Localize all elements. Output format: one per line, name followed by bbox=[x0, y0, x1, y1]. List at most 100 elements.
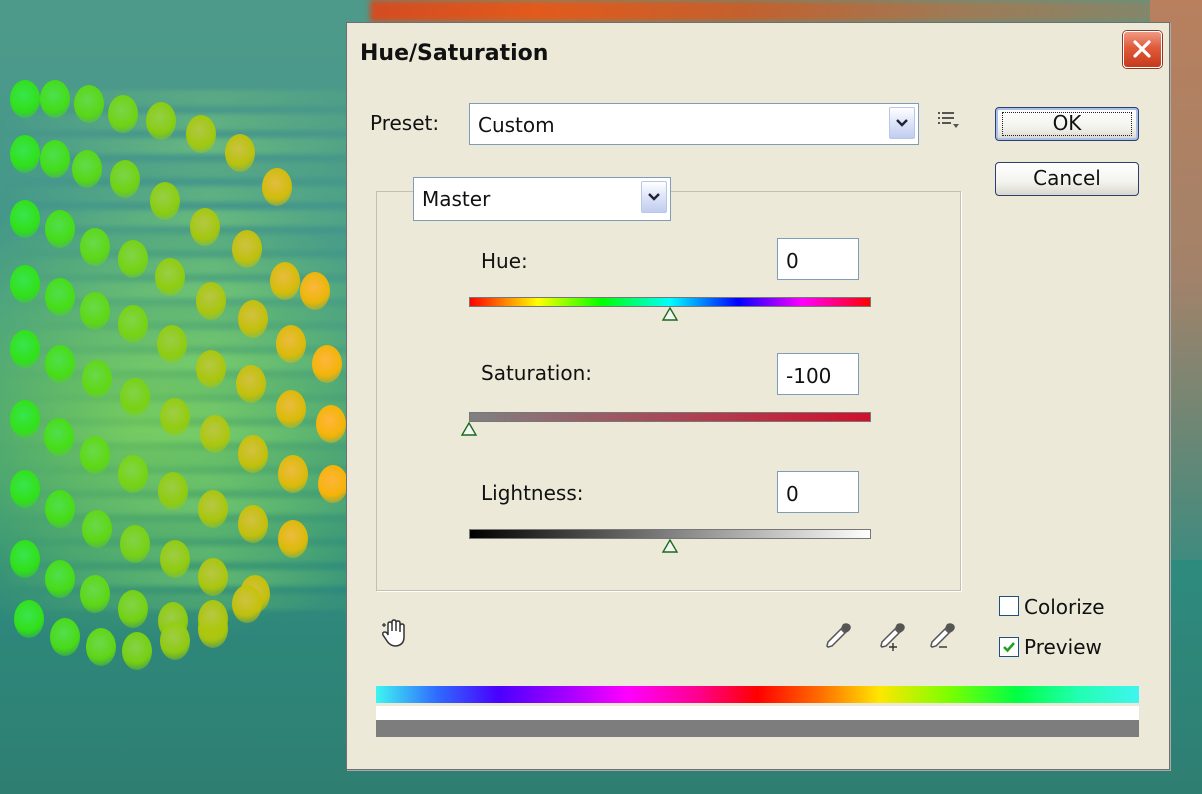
dropdown-arrow-icon bbox=[648, 193, 660, 201]
hue-slider-track[interactable] bbox=[469, 297, 871, 307]
dropdown-arrow-icon bbox=[896, 119, 908, 127]
colorize-checkbox[interactable] bbox=[999, 596, 1019, 616]
background-dot bbox=[10, 470, 40, 508]
lightness-slider-track[interactable] bbox=[469, 529, 871, 539]
background-dot bbox=[270, 262, 300, 300]
background-dot bbox=[45, 560, 75, 598]
background-dot bbox=[118, 305, 148, 343]
background-dot bbox=[45, 490, 75, 528]
background-dot bbox=[150, 182, 180, 220]
cancel-button[interactable]: Cancel bbox=[995, 162, 1139, 196]
preset-dropdown-button[interactable] bbox=[889, 107, 915, 139]
background-dot bbox=[118, 590, 148, 628]
background-dot bbox=[160, 398, 190, 436]
dialog-title: Hue/Saturation bbox=[360, 41, 549, 66]
hue-input[interactable]: 0 bbox=[777, 238, 859, 280]
background-dot bbox=[80, 292, 110, 330]
background-dot bbox=[82, 510, 112, 548]
channel-value: Master bbox=[422, 187, 491, 211]
background-dot bbox=[236, 365, 266, 403]
background-dot bbox=[45, 210, 75, 248]
saturation-slider-track[interactable] bbox=[469, 412, 871, 422]
background-dot bbox=[44, 418, 74, 456]
background-dot bbox=[278, 520, 308, 558]
close-button[interactable] bbox=[1123, 31, 1162, 68]
checkmark-icon bbox=[1003, 642, 1015, 653]
bar-gap bbox=[376, 706, 1139, 720]
colorize-label: Colorize bbox=[1024, 595, 1105, 619]
background-dot bbox=[276, 390, 306, 428]
hue-label: Hue: bbox=[481, 249, 528, 273]
preset-options-icon[interactable] bbox=[937, 110, 961, 134]
background-dot bbox=[318, 465, 348, 503]
background-dot bbox=[80, 228, 110, 266]
eyedropper-plus-icon[interactable] bbox=[877, 621, 909, 657]
background-dot bbox=[118, 455, 148, 493]
background-dot bbox=[225, 134, 255, 172]
background-dot bbox=[276, 325, 306, 363]
background-dot bbox=[186, 115, 216, 153]
background-dot bbox=[80, 436, 110, 474]
background-dot bbox=[122, 632, 152, 670]
background-dot bbox=[262, 168, 292, 206]
eyedropper-icon[interactable] bbox=[823, 621, 853, 655]
preset-label: Preset: bbox=[370, 111, 440, 135]
background-dot bbox=[232, 230, 262, 268]
channel-select[interactable]: Master bbox=[413, 177, 671, 221]
ok-button[interactable]: OK bbox=[995, 107, 1139, 141]
background-dot bbox=[72, 150, 102, 188]
background-dot bbox=[232, 585, 262, 623]
saturation-slider-thumb[interactable] bbox=[460, 422, 478, 438]
background-dot bbox=[50, 618, 80, 656]
background-dot bbox=[10, 265, 40, 303]
background-dot bbox=[198, 558, 228, 596]
background-dot bbox=[80, 575, 110, 613]
background-dot bbox=[74, 85, 104, 123]
hue-saturation-dialog: Hue/Saturation Preset: Custom OK Cancel … bbox=[346, 22, 1170, 770]
background-dot bbox=[160, 622, 190, 660]
background-dot bbox=[196, 282, 226, 320]
hue-slider-thumb[interactable] bbox=[661, 307, 679, 323]
background-dot bbox=[238, 300, 268, 338]
background-dot bbox=[10, 540, 40, 578]
background-dot bbox=[40, 140, 70, 178]
background-dot bbox=[118, 240, 148, 278]
background-dot bbox=[10, 330, 40, 368]
background-dot bbox=[198, 600, 228, 638]
background-dot bbox=[146, 102, 176, 140]
background-dot bbox=[10, 135, 40, 173]
lightness-input[interactable]: 0 bbox=[777, 471, 859, 513]
background-dot bbox=[45, 345, 75, 383]
background-dot bbox=[196, 350, 226, 388]
preview-checkbox[interactable] bbox=[999, 637, 1019, 657]
background-dot bbox=[157, 325, 187, 363]
input-color-bar bbox=[376, 686, 1139, 703]
background-dot bbox=[120, 378, 150, 416]
background-band bbox=[370, 0, 1202, 22]
background-dot bbox=[200, 415, 230, 453]
background-dot bbox=[86, 628, 116, 666]
saturation-input[interactable]: -100 bbox=[777, 353, 859, 395]
background-dot bbox=[108, 95, 138, 133]
background-dot bbox=[14, 600, 44, 638]
background-dot bbox=[82, 360, 112, 398]
background-dot bbox=[198, 490, 228, 528]
saturation-label: Saturation: bbox=[481, 361, 592, 385]
output-color-bar bbox=[376, 720, 1139, 737]
background-dot bbox=[238, 505, 268, 543]
hand-adjust-icon[interactable] bbox=[380, 619, 408, 653]
preset-select[interactable]: Custom bbox=[469, 103, 919, 145]
channel-dropdown-button[interactable] bbox=[641, 181, 667, 213]
focus-ring bbox=[1002, 112, 1132, 136]
background-dot bbox=[155, 258, 185, 296]
preset-value: Custom bbox=[478, 113, 555, 137]
background-dot bbox=[158, 472, 188, 510]
background-dot bbox=[45, 278, 75, 316]
background-dot bbox=[10, 400, 40, 438]
background-dot bbox=[10, 200, 40, 238]
lightness-slider-thumb[interactable] bbox=[661, 539, 679, 555]
title-bar[interactable]: Hue/Saturation bbox=[347, 23, 1169, 85]
lightness-label: Lightness: bbox=[481, 481, 584, 505]
close-icon bbox=[1133, 40, 1151, 58]
eyedropper-minus-icon[interactable] bbox=[927, 621, 959, 657]
